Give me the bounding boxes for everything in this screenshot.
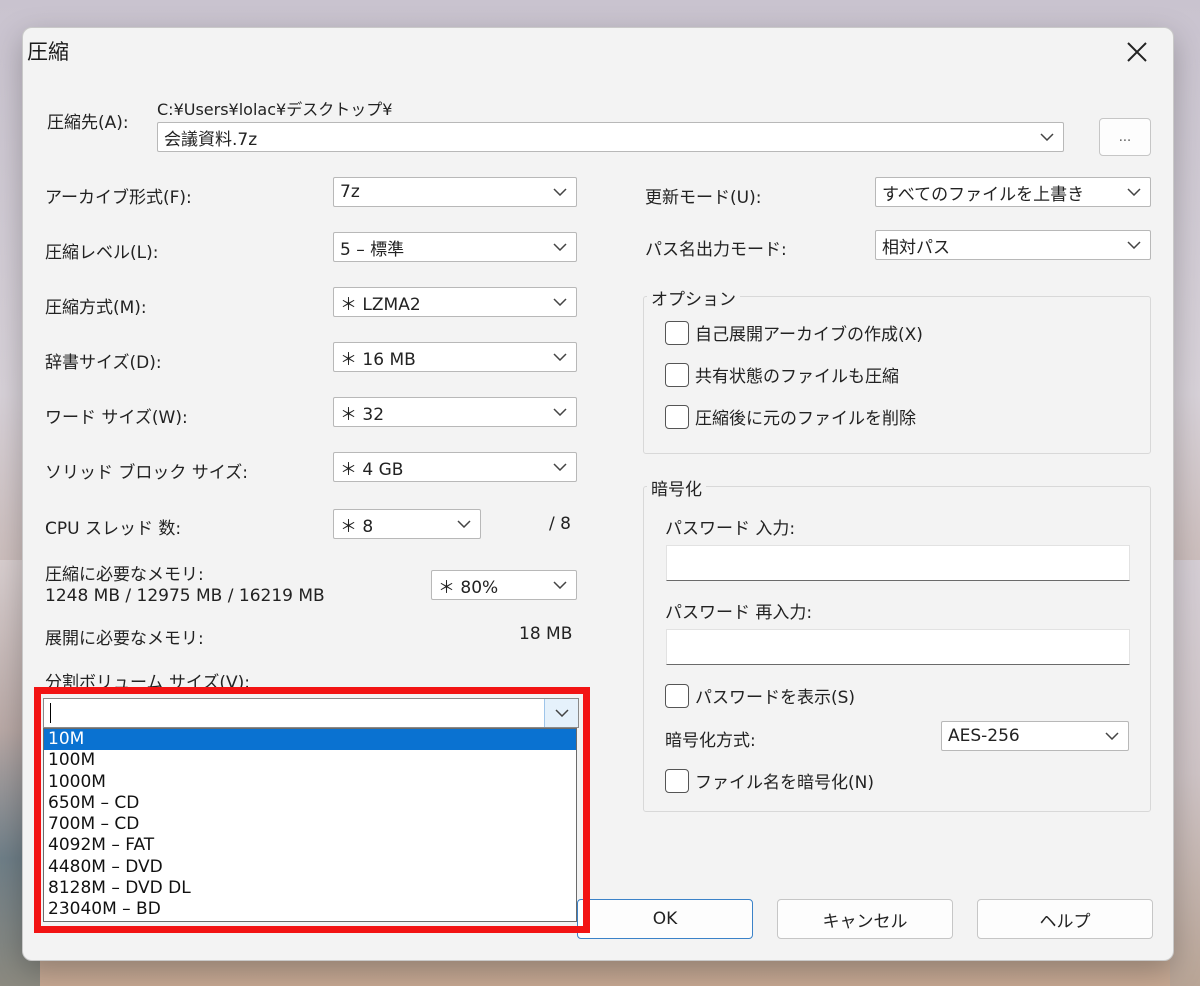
solid-block-size-select[interactable]: ＊ 4 GB	[333, 452, 577, 482]
chevron-down-icon	[1102, 726, 1122, 746]
split-option-4480m-dvd[interactable]: 4480M – DVD	[44, 857, 576, 878]
word-size-select[interactable]: ＊ 32	[333, 397, 577, 427]
encryption-method-select[interactable]: AES-256	[941, 721, 1129, 751]
encryption-group-title: 暗号化	[647, 475, 706, 500]
cpu-threads-value: ＊ 8	[340, 516, 374, 537]
checkbox-box	[665, 404, 689, 429]
update-mode-select[interactable]: すべてのファイルを上書き	[875, 177, 1151, 207]
chevron-down-icon	[550, 182, 570, 202]
split-volume-combo[interactable]	[43, 698, 579, 728]
compression-level-value: 5 – 標準	[340, 239, 405, 260]
close-button[interactable]	[1119, 34, 1155, 70]
memory-usage-value: ＊ 80%	[438, 577, 499, 598]
checkbox-box	[665, 362, 689, 387]
show-password-label: パスワードを表示(S)	[695, 688, 856, 708]
password-input[interactable]	[666, 545, 1130, 581]
split-volume-label: 分割ボリューム サイズ(V):	[45, 673, 251, 693]
split-volume-options: 10M 100M 1000M 650M – CD 700M – CD 4092M…	[43, 728, 577, 922]
path-mode-select[interactable]: 相対パス	[875, 230, 1151, 260]
compression-level-label: 圧縮レベル(L):	[45, 243, 159, 263]
encrypt-names-label: ファイル名を暗号化(N)	[695, 773, 874, 793]
chevron-down-icon	[550, 347, 570, 367]
chevron-down-icon	[1124, 182, 1144, 202]
cpu-threads-select[interactable]: ＊ 8	[333, 509, 481, 539]
split-volume-dropdown-button[interactable]	[544, 699, 578, 727]
encryption-method-value: AES-256	[948, 726, 1020, 746]
text-caret	[50, 703, 51, 723]
encryption-method-label: 暗号化方式:	[665, 731, 756, 751]
split-option-100m[interactable]: 100M	[44, 750, 576, 771]
ok-button[interactable]: OK	[577, 899, 753, 939]
update-mode-value: すべてのファイルを上書き	[882, 184, 1085, 205]
split-option-700m-cd[interactable]: 700M – CD	[44, 814, 576, 835]
memory-extract-label: 展開に必要なメモリ:	[45, 629, 204, 649]
memory-compress-detail: 1248 MB / 12975 MB / 16219 MB	[45, 586, 325, 606]
destination-label: 圧縮先(A):	[47, 113, 129, 133]
word-size-value: ＊ 32	[340, 404, 385, 425]
compress-shared-label: 共有状態のファイルも圧縮	[695, 367, 899, 387]
encrypt-names-checkbox[interactable]: ファイル名を暗号化(N)	[665, 768, 874, 793]
dictionary-size-label: 辞書サイズ(D):	[45, 353, 162, 373]
cancel-button[interactable]: キャンセル	[777, 899, 953, 939]
compression-level-select[interactable]: 5 – 標準	[333, 232, 577, 262]
split-option-1000m[interactable]: 1000M	[44, 772, 576, 793]
chevron-down-icon	[454, 514, 474, 534]
archive-format-label: アーカイブ形式(F):	[45, 188, 192, 208]
chevron-down-icon	[550, 575, 570, 595]
checkbox-box	[665, 683, 689, 708]
delete-after-label: 圧縮後に元のファイルを削除	[695, 409, 916, 429]
chevron-down-icon	[550, 237, 570, 257]
split-option-23040m-bd[interactable]: 23040M – BD	[44, 899, 576, 920]
options-group-title: オプション	[647, 285, 740, 310]
password-confirm-label: パスワード 再入力:	[665, 603, 813, 623]
password-confirm-input[interactable]	[666, 629, 1130, 665]
path-mode-label: パス名出力モード:	[645, 240, 787, 260]
split-option-4092m-fat[interactable]: 4092M – FAT	[44, 835, 576, 856]
update-mode-label: 更新モード(U):	[645, 188, 762, 208]
path-mode-value: 相対パス	[882, 237, 950, 258]
help-button[interactable]: ヘルプ	[977, 899, 1153, 939]
self-extract-label: 自己展開アーカイブの作成(X)	[695, 325, 923, 345]
memory-usage-select[interactable]: ＊ 80%	[431, 570, 577, 600]
checkbox-box	[665, 320, 689, 345]
desktop-background-right	[1170, 560, 1200, 986]
split-option-10m[interactable]: 10M	[44, 729, 576, 751]
chevron-down-icon	[550, 402, 570, 422]
self-extract-checkbox[interactable]: 自己展開アーカイブの作成(X)	[665, 320, 923, 345]
compress-dialog: 圧縮 圧縮先(A): C:¥Users¥lolac¥デスクトップ¥ 会議資料.7…	[22, 27, 1174, 961]
word-size-label: ワード サイズ(W):	[45, 408, 188, 428]
dictionary-size-select[interactable]: ＊ 16 MB	[333, 342, 577, 372]
chevron-down-icon	[1124, 235, 1144, 255]
compress-shared-checkbox[interactable]: 共有状態のファイルも圧縮	[665, 362, 899, 387]
cpu-threads-label: CPU スレッド 数:	[45, 519, 182, 539]
dialog-title: 圧縮	[27, 40, 69, 64]
chevron-down-icon	[1037, 127, 1057, 147]
compression-method-value: ＊ LZMA2	[340, 294, 421, 315]
compression-method-label: 圧縮方式(M):	[45, 298, 147, 318]
chevron-down-icon	[554, 709, 569, 717]
split-option-650m-cd[interactable]: 650M – CD	[44, 793, 576, 814]
destination-combo[interactable]: 会議資料.7z	[157, 122, 1064, 152]
solid-block-size-label: ソリッド ブロック サイズ:	[45, 463, 249, 483]
checkbox-box	[665, 768, 689, 793]
password-label: パスワード 入力:	[665, 519, 796, 539]
chevron-down-icon	[550, 292, 570, 312]
solid-block-size-value: ＊ 4 GB	[340, 459, 404, 480]
browse-button[interactable]: ...	[1099, 118, 1151, 156]
archive-format-select[interactable]: 7z	[333, 177, 577, 207]
destination-value: 会議資料.7z	[164, 129, 258, 150]
chevron-down-icon	[550, 457, 570, 477]
destination-path: C:¥Users¥lolac¥デスクトップ¥	[157, 100, 393, 119]
delete-after-checkbox[interactable]: 圧縮後に元のファイルを削除	[665, 404, 916, 429]
close-icon	[1127, 42, 1147, 62]
dictionary-size-value: ＊ 16 MB	[340, 349, 416, 370]
memory-compress-label: 圧縮に必要なメモリ:	[45, 565, 204, 585]
compression-method-select[interactable]: ＊ LZMA2	[333, 287, 577, 317]
split-option-8128m-dvd-dl[interactable]: 8128M – DVD DL	[44, 878, 576, 899]
memory-extract-value: 18 MB	[519, 624, 573, 644]
show-password-checkbox[interactable]: パスワードを表示(S)	[665, 683, 855, 708]
archive-format-value: 7z	[340, 182, 360, 202]
cpu-threads-max: / 8	[549, 514, 571, 534]
